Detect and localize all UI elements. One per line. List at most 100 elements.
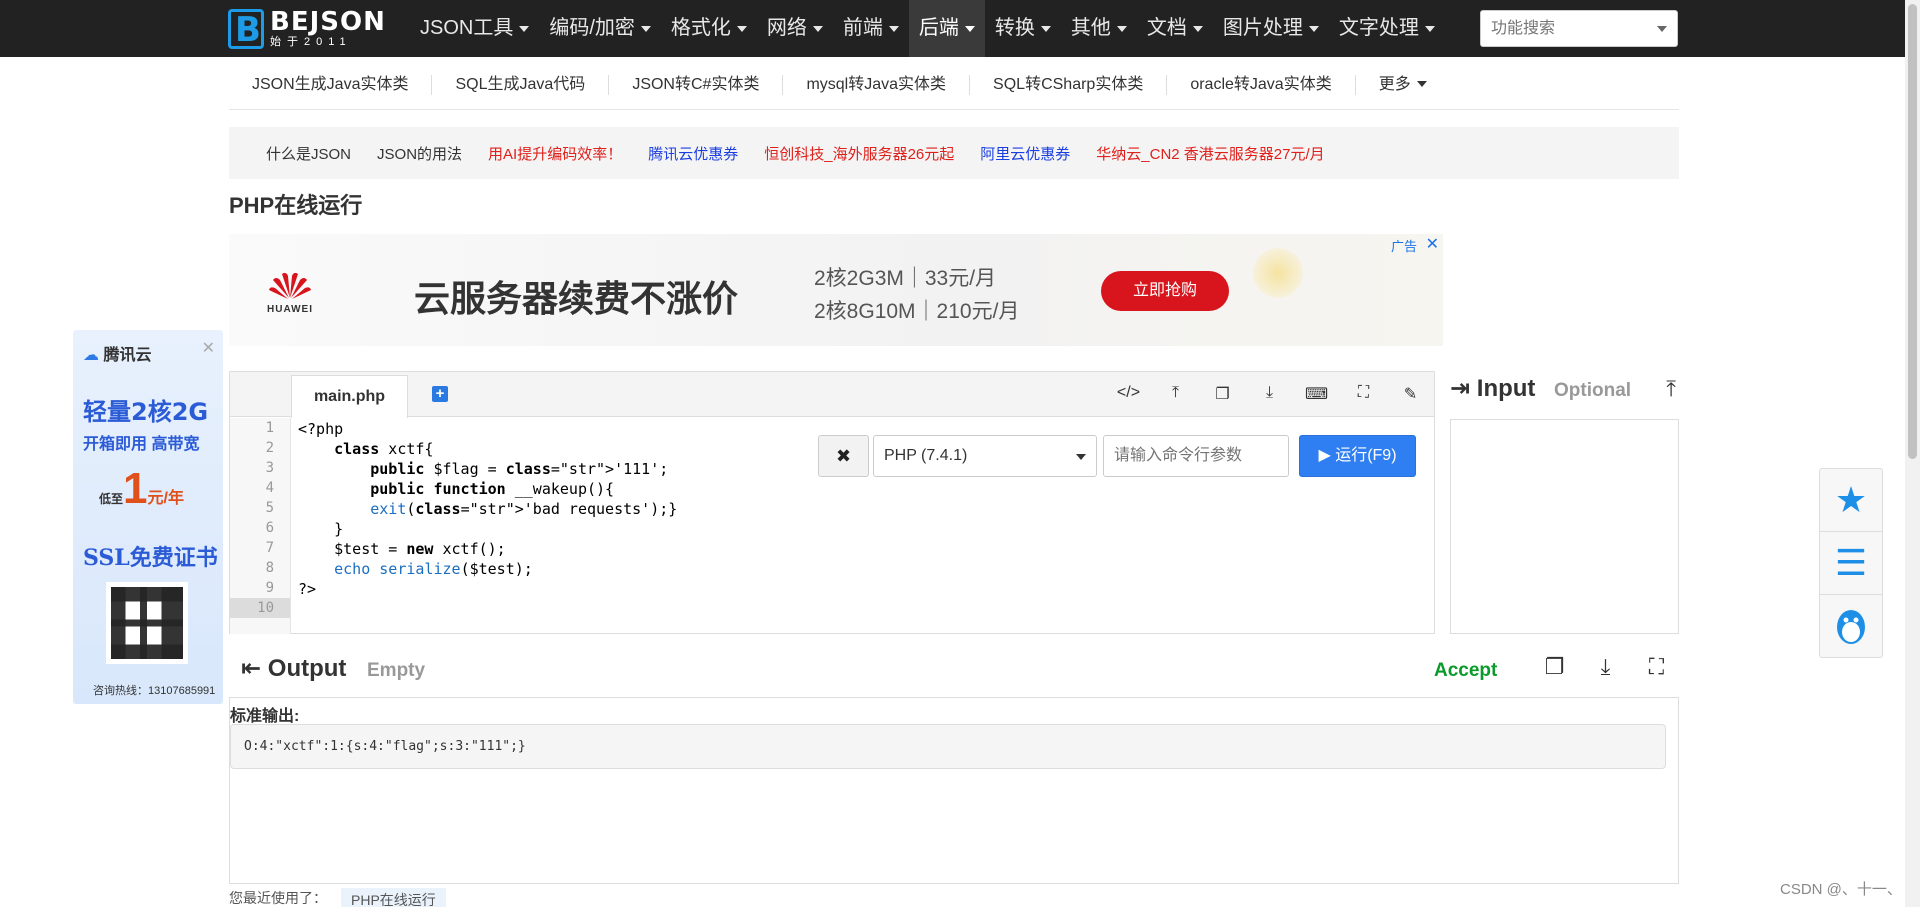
- output-status: Empty: [367, 660, 426, 681]
- subnav-item-1[interactable]: SQL生成Java代码: [432, 74, 610, 95]
- qr-code: [106, 582, 188, 664]
- search-input[interactable]: [1481, 11, 1651, 46]
- page-title: PHP在线运行: [229, 193, 363, 218]
- promo-link-1[interactable]: JSON的用法: [377, 143, 462, 164]
- php-version-select[interactable]: PHP (7.4.1): [873, 435, 1097, 477]
- accept-button[interactable]: Accept: [1434, 660, 1497, 682]
- code-line: }: [298, 520, 344, 538]
- close-icon[interactable]: ✕: [202, 338, 215, 358]
- fullscreen-icon[interactable]: ⛶: [1631, 654, 1682, 680]
- sub-navbar: JSON生成Java实体类 SQL生成Java代码 JSON转C#实体类 mysql转…: [229, 60, 1679, 110]
- nav-item-4[interactable]: 前端: [833, 0, 909, 57]
- nav-item-2[interactable]: 格式化: [661, 0, 757, 57]
- nav-item-9[interactable]: 图片处理: [1213, 0, 1329, 57]
- chevron-down-icon: [1116, 25, 1127, 32]
- stdout-value[interactable]: O:4:"xctf":1:{s:4:"flag";s:3:"111";}: [230, 724, 1666, 769]
- run-button[interactable]: ▶ 运行(F9): [1299, 435, 1416, 477]
- chevron-down-icon: [1076, 454, 1086, 460]
- qq-icon[interactable]: [1820, 595, 1882, 658]
- upload-icon[interactable]: ⤒: [1152, 384, 1199, 404]
- nav-item-label: 图片处理: [1222, 17, 1303, 39]
- download-icon[interactable]: ⤓: [1246, 384, 1293, 404]
- cli-args-input[interactable]: [1103, 435, 1289, 477]
- page-scrollbar[interactable]: [1905, 0, 1920, 907]
- chevron-down-icon: [1192, 25, 1203, 32]
- copy-icon[interactable]: ❐: [1199, 384, 1246, 404]
- subnav-item-0[interactable]: JSON生成Java实体类: [229, 74, 433, 95]
- promo-link-0[interactable]: 什么是JSON: [266, 143, 351, 164]
- function-search[interactable]: [1480, 10, 1678, 47]
- leftad-hotline: 咨询热线：13107685991: [93, 685, 216, 697]
- right-float-toolbar: ★ ☰: [1819, 468, 1883, 658]
- recent-tool-link[interactable]: PHP在线运行: [341, 888, 446, 907]
- nav-item-label: 编码/加密: [549, 17, 635, 39]
- subnav-item-2[interactable]: JSON转C#实体类: [609, 74, 784, 95]
- sign-in-icon: ⇥: [1450, 375, 1471, 402]
- copy-icon[interactable]: ❐: [1529, 654, 1580, 680]
- nav-item-label: JSON工具: [420, 17, 514, 39]
- upload-icon[interactable]: ⤒: [1666, 376, 1676, 402]
- left-side-ad[interactable]: ☁ 腾讯云 ✕ 轻量2核2G 开箱即用 高带宽 低至1元/年 SSL免费证书 咨…: [73, 330, 223, 704]
- ad-label: 广告: [1390, 239, 1417, 254]
- star-icon[interactable]: ★: [1820, 469, 1882, 532]
- edit-icon[interactable]: ✎: [1387, 384, 1434, 404]
- site-logo[interactable]: BEJSON 始于2011: [228, 8, 386, 50]
- close-icon[interactable]: ✕: [1426, 234, 1439, 254]
- sign-out-icon: ⇤: [241, 655, 262, 682]
- top-navbar: BEJSON 始于2011 JSON工具 编码/加密 格式化 网络 前端 后端 转换 其他 文档…: [0, 0, 1905, 57]
- output-header: ⇤ Output Empty Accept ❐ ⤓ ⛶: [229, 650, 1679, 692]
- chevron-down-icon: [888, 25, 899, 32]
- clear-button[interactable]: ✖: [818, 435, 869, 477]
- scrollbar-thumb[interactable]: [1908, 4, 1917, 459]
- code-line: class xctf{: [334, 440, 434, 458]
- promo-link-bar: 什么是JSON JSON的用法 用AI提升编码效率！ 腾讯云优惠券 恒创科技_海外服务器…: [229, 127, 1679, 179]
- subnav-item-5[interactable]: oracle转Java实体类: [1167, 74, 1356, 95]
- subnav-item-3[interactable]: mysql转Java实体类: [783, 74, 971, 95]
- code-line: public $flag = class="str">'111';: [370, 460, 669, 478]
- nav-item-6[interactable]: 转换: [985, 0, 1061, 57]
- code-editor-panel: main.php + </> ⤒ ❐ ⤓ ⌨ ⛶ ✎ 1 2 3 4 5 6 7 8 9 10 <…: [229, 371, 1435, 634]
- subnav-item-6[interactable]: 更多: [1356, 75, 1450, 95]
- code-line: <?php: [298, 420, 344, 438]
- promo-link-5[interactable]: 阿里云优惠券: [980, 143, 1070, 164]
- nav-item-label: 其他: [1070, 17, 1111, 39]
- banner-decoration: [1253, 248, 1303, 298]
- leftad-brand-text: 腾讯云: [103, 347, 152, 364]
- output-title-text: Output: [267, 655, 347, 682]
- nav-item-8[interactable]: 文档: [1137, 0, 1213, 57]
- output-panel: 标准输出: O:4:"xctf":1:{s:4:"flag";s:3:"111"…: [229, 697, 1679, 884]
- code-line: exit(class="str">'bad requests');}: [370, 500, 678, 518]
- nav-item-7[interactable]: 其他: [1061, 0, 1137, 57]
- chevron-down-icon[interactable]: [1657, 26, 1667, 32]
- download-icon[interactable]: ⤓: [1580, 654, 1631, 680]
- add-tab-icon[interactable]: +: [432, 386, 448, 402]
- input-optional-label: Optional: [1554, 380, 1632, 401]
- buy-now-button[interactable]: 立即抢购: [1101, 271, 1229, 311]
- stdin-textarea[interactable]: [1450, 419, 1679, 634]
- nav-item-0[interactable]: JSON工具: [410, 0, 539, 57]
- nav-item-3[interactable]: 网络: [757, 0, 833, 57]
- promo-link-4[interactable]: 恒创科技_海外服务器26元起: [764, 143, 954, 164]
- code-icon[interactable]: </>: [1105, 384, 1152, 404]
- nav-item-5[interactable]: 后端: [908, 0, 985, 57]
- promo-link-3[interactable]: 腾讯云优惠券: [648, 143, 738, 164]
- nav-item-10[interactable]: 文字处理: [1329, 0, 1445, 57]
- fullscreen-icon[interactable]: ⛶: [1340, 384, 1387, 404]
- chevron-down-icon: [964, 25, 975, 32]
- chevron-down-icon: [812, 25, 823, 32]
- menu-icon[interactable]: ☰: [1820, 532, 1882, 595]
- subnav-item-4[interactable]: SQL转CSharp实体类: [970, 74, 1168, 95]
- nav-item-1[interactable]: 编码/加密: [539, 0, 661, 57]
- huawei-brand: HUAWEI: [267, 304, 313, 315]
- csdn-watermark: CSDN @、十一、: [1780, 881, 1902, 898]
- code-area[interactable]: <?php class xctf{ public $flag = class="…: [298, 419, 677, 619]
- tab-main-php[interactable]: main.php: [291, 375, 408, 418]
- banner-ad[interactable]: HUAWEI 云服务器续费不涨价 2核2G3M｜33元/月 2核8G10M｜21…: [229, 234, 1443, 346]
- nav-item-label: 格式化: [670, 17, 731, 39]
- logo-title: BEJSON: [270, 7, 386, 37]
- keyboard-icon[interactable]: ⌨: [1293, 384, 1340, 404]
- chevron-down-icon: [640, 25, 651, 32]
- promo-link-6[interactable]: 华纳云_CN2 香港云服务器27元/月: [1096, 143, 1324, 164]
- promo-link-2[interactable]: 用AI提升编码效率！: [488, 143, 622, 164]
